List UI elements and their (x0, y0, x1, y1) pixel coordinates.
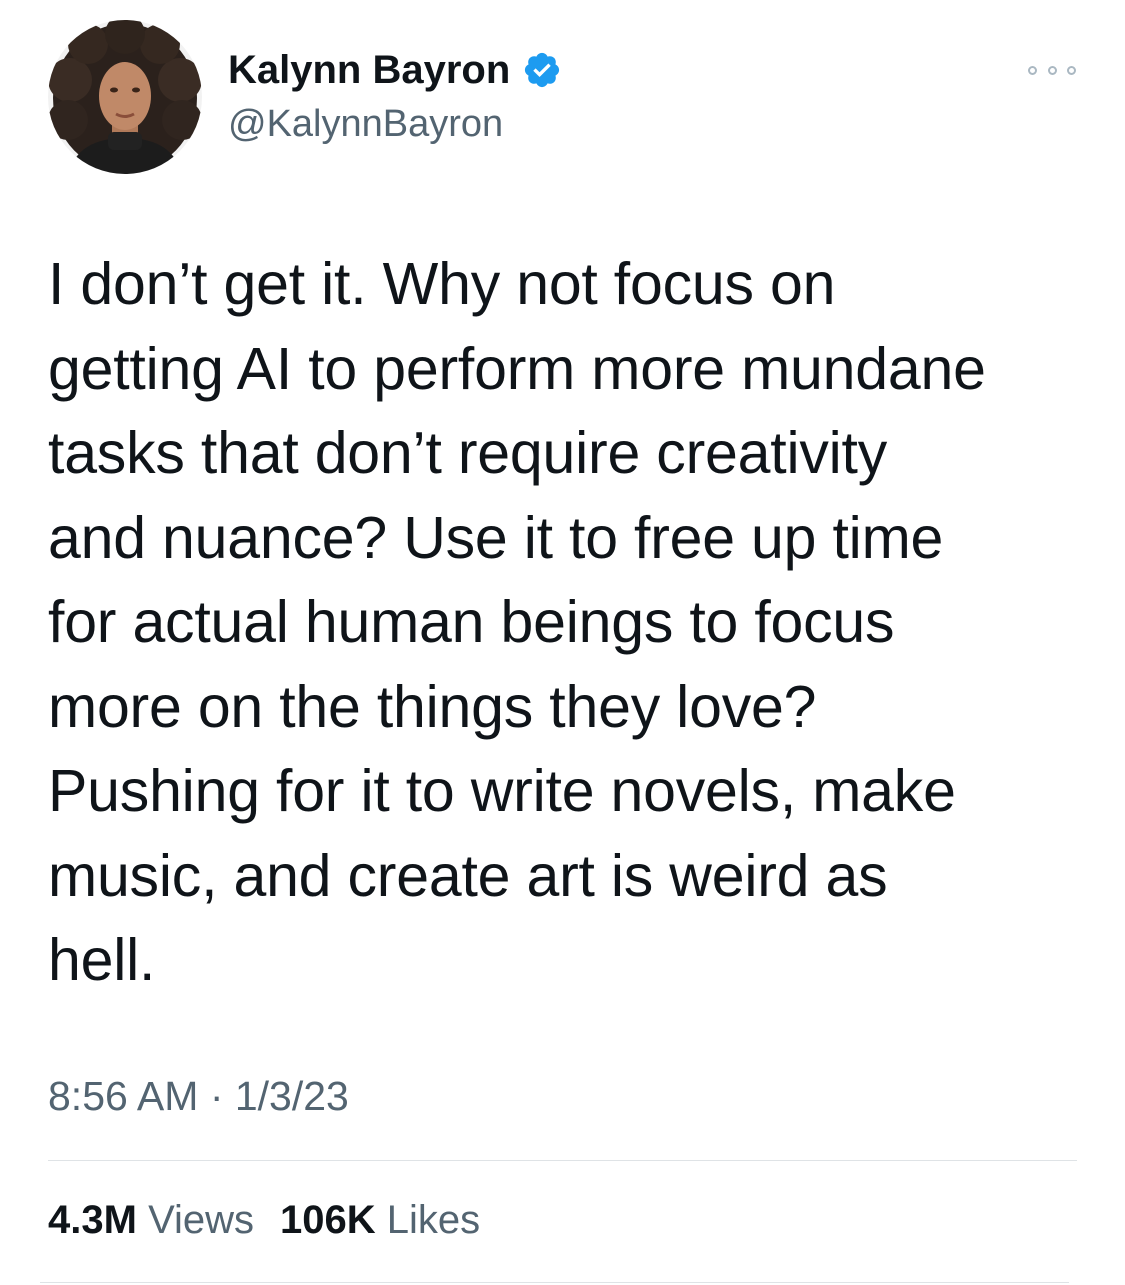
divider (48, 1160, 1077, 1161)
tweet-timestamp[interactable]: 8:56 AM · 1/3/23 (48, 1068, 349, 1124)
more-options-button[interactable] (1028, 58, 1076, 82)
author-handle[interactable]: @KalynnBayron (228, 100, 503, 148)
more-options-icon-dot (1047, 65, 1057, 75)
likes-label: Likes (386, 1198, 481, 1242)
tweet-stats: 4.3M Views 106K Likes (48, 1192, 480, 1248)
views-label: Views (148, 1198, 255, 1242)
avatar[interactable] (48, 20, 202, 174)
divider (40, 1282, 1069, 1283)
views-stat[interactable]: 4.3M Views (48, 1192, 254, 1248)
more-options-icon (1028, 65, 1037, 75)
tweet-text: I don’t get it. Why not focus on getting… (48, 251, 986, 993)
author-display-name-row[interactable]: Kalynn Bayron (228, 44, 562, 96)
avatar-image (48, 20, 202, 174)
verified-badge-icon (522, 50, 562, 90)
likes-count: 106K (280, 1198, 376, 1242)
views-count: 4.3M (48, 1198, 137, 1242)
likes-stat[interactable]: 106K Likes (280, 1192, 480, 1248)
author-display-name[interactable]: Kalynn Bayron (228, 44, 510, 96)
more-options-icon-dot (1067, 65, 1076, 75)
